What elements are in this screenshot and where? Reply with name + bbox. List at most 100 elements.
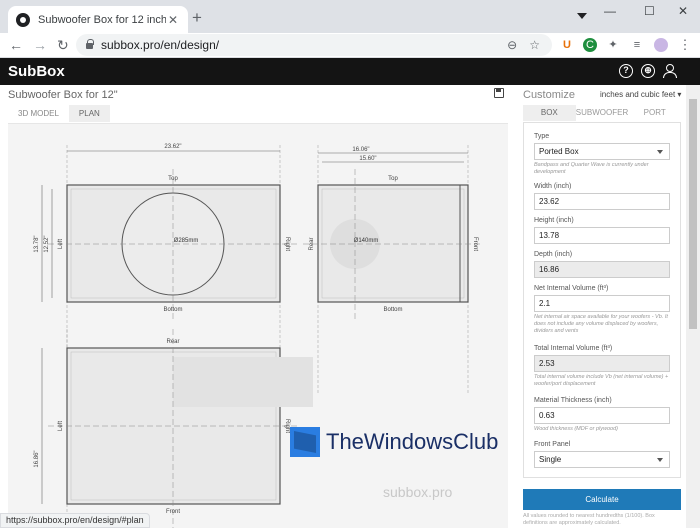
side-view: 16.06" 15.60" Top Ø140mm Bottom Rear Fro… bbox=[303, 145, 483, 394]
front-width-dim: 23.62" bbox=[164, 144, 181, 150]
units-select[interactable]: inches and cubic feet ▾ bbox=[600, 90, 681, 99]
front-panel-value: Single bbox=[539, 455, 562, 464]
side-width-outer-dim: 16.06" bbox=[352, 147, 369, 153]
watermark-brand: TheWindowsClub bbox=[326, 429, 499, 454]
tab-port[interactable]: PORT bbox=[628, 105, 681, 121]
thickness-input[interactable]: 0.63 bbox=[534, 407, 670, 424]
customize-title: Customize bbox=[523, 89, 575, 101]
thickness-label: Material Thickness (inch) bbox=[534, 397, 612, 404]
profile-avatar[interactable] bbox=[654, 38, 668, 52]
height-label: Height (inch) bbox=[534, 217, 574, 224]
side-top-label: Top bbox=[388, 176, 398, 182]
help-icon[interactable]: ? bbox=[619, 64, 633, 78]
net-volume-input[interactable]: 2.1 bbox=[534, 295, 670, 312]
save-icon[interactable] bbox=[494, 88, 504, 98]
thickness-help: Wood thickness (MDF or plywood) bbox=[534, 426, 618, 432]
tab-box[interactable]: BOX bbox=[523, 105, 576, 121]
top-front-label: Front bbox=[166, 509, 180, 515]
calculate-button[interactable]: Calculate bbox=[523, 489, 681, 510]
view-tabs: 3D MODEL PLAN bbox=[8, 105, 110, 122]
back-button[interactable]: ← bbox=[9, 37, 23, 53]
browser-menu-icon[interactable]: ⋮ bbox=[678, 38, 692, 52]
reload-button[interactable]: ↻ bbox=[57, 37, 69, 53]
tab-plan[interactable]: PLAN bbox=[68, 105, 110, 122]
bookmark-star-icon[interactable]: ☆ bbox=[529, 38, 540, 52]
chevron-down-icon bbox=[657, 150, 663, 154]
front-height-inner-dim: 12.52" bbox=[44, 235, 50, 252]
depth-label: Depth (inch) bbox=[534, 251, 573, 258]
rounding-footnote: All values rounded to nearest hundredths… bbox=[523, 513, 655, 526]
front-bottom-label: Bottom bbox=[163, 307, 182, 313]
tab-3d-model[interactable]: 3D MODEL bbox=[8, 105, 69, 122]
customize-tabs: BOX SUBWOOFER PORT bbox=[523, 105, 681, 121]
depth-input[interactable]: 16.86 bbox=[534, 261, 670, 278]
total-volume-help: Total internal volume include Vb (net in… bbox=[534, 374, 669, 387]
driver-diameter-label: Ø285mm bbox=[174, 238, 199, 244]
site-watermark: subbox.pro bbox=[383, 484, 453, 500]
type-label: Type bbox=[534, 133, 550, 140]
lock-icon bbox=[86, 39, 94, 49]
customize-panel: Customize inches and cubic feet ▾ BOX SU… bbox=[514, 85, 686, 528]
front-height-outer-dim: 13.78" bbox=[34, 235, 40, 252]
side-bottom-label: Bottom bbox=[383, 307, 402, 313]
front-right-label: Right bbox=[284, 237, 290, 251]
top-view: Rear 16.86" Left Right Front bbox=[34, 329, 313, 528]
side-front-label: Front bbox=[472, 237, 478, 251]
tab-close-icon[interactable]: ✕ bbox=[166, 13, 180, 27]
extension-c-icon[interactable]: C bbox=[583, 38, 597, 52]
design-panel: Subwoofer Box for 12" 3D MODEL PLAN 23.6… bbox=[0, 85, 514, 528]
extension-u-icon[interactable]: U bbox=[560, 38, 574, 52]
front-panel-select[interactable]: Single bbox=[534, 451, 670, 468]
side-rear-label: Rear bbox=[309, 237, 315, 250]
window-close-button[interactable]: ✕ bbox=[678, 4, 688, 18]
url-text[interactable]: subbox.pro/en/design/ bbox=[101, 38, 507, 52]
browser-tab[interactable]: Subwoofer Box for 12 inch subwoofer ✕ bbox=[8, 6, 188, 33]
language-globe-icon[interactable]: ⊕ bbox=[641, 64, 655, 78]
page-scrollbar[interactable] bbox=[686, 85, 700, 528]
net-volume-help: Net internal air space available for you… bbox=[534, 314, 668, 334]
watermark-logo-icon bbox=[290, 427, 320, 457]
type-value: Ported Box bbox=[539, 147, 579, 156]
reading-list-icon[interactable]: ≡ bbox=[630, 38, 644, 52]
box-form: Type Ported Box Bandpass and Quarter Wav… bbox=[523, 122, 681, 478]
side-width-inner-dim: 15.60" bbox=[359, 156, 376, 162]
app-logo[interactable]: SubBox bbox=[8, 63, 65, 80]
user-account-icon[interactable] bbox=[663, 64, 677, 78]
top-depth-dim: 16.86" bbox=[34, 450, 40, 467]
front-left-label: Left bbox=[58, 239, 64, 249]
extensions-puzzle-icon[interactable]: ✦ bbox=[606, 38, 620, 52]
watermark: TheWindowsClub bbox=[290, 427, 498, 457]
app-header: SubBox ? ⊕ bbox=[0, 58, 700, 85]
browser-tab-strip: Subwoofer Box for 12 inch subwoofer ✕ + … bbox=[0, 0, 700, 33]
top-left-label: Left bbox=[58, 421, 64, 431]
plan-drawing: 23.62" Top Ø285mm Bottom 13.78" 12.52" L… bbox=[8, 123, 508, 528]
tab-search-icon[interactable] bbox=[577, 13, 587, 19]
height-input[interactable]: 13.78 bbox=[534, 227, 670, 244]
type-select[interactable]: Ported Box bbox=[534, 143, 670, 160]
site-favicon-icon bbox=[16, 12, 30, 27]
tab-title: Subwoofer Box for 12 inch subwoofer bbox=[38, 13, 166, 26]
chevron-down-icon bbox=[657, 458, 663, 462]
type-help: Bandpass and Quarter Wave is currently u… bbox=[534, 162, 649, 175]
tab-subwoofer[interactable]: SUBWOOFER bbox=[576, 105, 629, 121]
address-bar[interactable]: subbox.pro/en/design/ ⊖ ☆ bbox=[76, 34, 552, 56]
scrollbar-thumb[interactable] bbox=[689, 99, 697, 329]
total-volume-label: Total Internal Volume (ft³) bbox=[534, 345, 613, 352]
forward-button[interactable]: → bbox=[33, 37, 47, 53]
width-input[interactable]: 23.62 bbox=[534, 193, 670, 210]
minimize-button[interactable]: — bbox=[604, 4, 616, 18]
total-volume-input[interactable]: 2.53 bbox=[534, 355, 670, 372]
front-panel-label: Front Panel bbox=[534, 441, 571, 448]
browser-status-bar: https://subbox.pro/en/design/#plan bbox=[0, 513, 150, 528]
design-title: Subwoofer Box for 12" bbox=[8, 89, 118, 101]
net-volume-label: Net Internal Volume (ft³) bbox=[534, 285, 609, 292]
plan-svg: 23.62" Top Ø285mm Bottom 13.78" 12.52" L… bbox=[34, 144, 483, 528]
new-tab-button[interactable]: + bbox=[192, 9, 202, 27]
width-label: Width (inch) bbox=[534, 183, 572, 190]
maximize-button[interactable]: ☐ bbox=[644, 4, 655, 18]
port-diameter-label: Ø140mm bbox=[354, 238, 379, 244]
browser-toolbar: ← → ↻ subbox.pro/en/design/ ⊖ ☆ U C ✦ ≡ … bbox=[0, 33, 700, 58]
units-value: inches and cubic feet bbox=[600, 90, 676, 99]
front-top-label: Top bbox=[168, 176, 178, 182]
zoom-icon[interactable]: ⊖ bbox=[507, 38, 517, 52]
